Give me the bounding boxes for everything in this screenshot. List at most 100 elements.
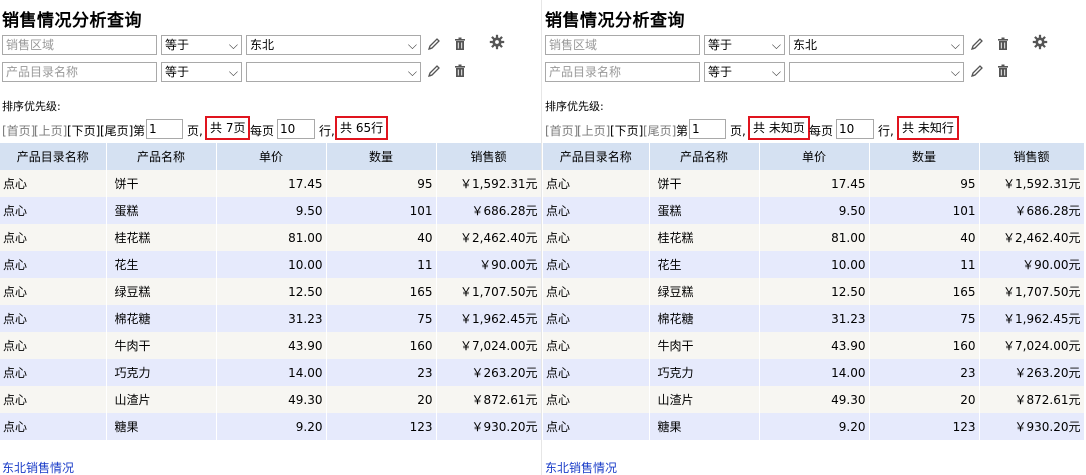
table-cell: 165 — [869, 278, 980, 305]
column-header[interactable]: 销售额 — [979, 143, 1084, 170]
table-row: 点心 糖果 9.20 123 ￥930.20元 — [543, 413, 1084, 440]
table-cell: 101 — [326, 197, 437, 224]
table-cell: 点心 — [543, 251, 650, 278]
table-cell: 点心 — [0, 224, 107, 251]
last-page-link[interactable]: [尾页] — [100, 122, 133, 139]
edit-icon[interactable] — [969, 63, 985, 79]
table-cell: 31.23 — [216, 305, 327, 332]
footer-link[interactable]: 东北销售情况 — [545, 459, 617, 475]
last-page-link[interactable]: [尾页] — [643, 122, 676, 139]
header-row: 产品目录名称 产品名称 单价 数量 销售额 — [0, 143, 541, 170]
operator-select[interactable]: 等于 ⌵ — [704, 35, 785, 55]
page-size-input[interactable]: 10 — [277, 119, 315, 139]
column-header[interactable]: 单价 — [216, 143, 327, 170]
operator-select[interactable]: 等于 ⌵ — [161, 62, 242, 82]
column-header[interactable]: 产品名称 — [649, 143, 760, 170]
table-row: 点心 山渣片 49.30 20 ￥872.61元 — [543, 386, 1084, 413]
table-cell: 123 — [326, 413, 437, 440]
footer-link[interactable]: 东北销售情况 — [2, 459, 74, 475]
value-select[interactable]: ⌵ — [789, 62, 964, 82]
table-cell: 棉花糖 — [106, 305, 217, 332]
table-row: 点心 桂花糕 81.00 40 ￥2,462.40元 — [543, 224, 1084, 251]
table-row: 点心 桂花糕 81.00 40 ￥2,462.40元 — [0, 224, 541, 251]
table-cell: ￥1,962.45元 — [436, 305, 541, 332]
table-row: 点心 蛋糕 9.50 101 ￥686.28元 — [543, 197, 1084, 224]
column-header[interactable]: 数量 — [869, 143, 980, 170]
table-body: 点心 饼干 17.45 95 ￥1,592.31元 点心 蛋糕 9.50 101 ￥686.28元… — [543, 170, 1084, 440]
prev-page-link[interactable]: [上页] — [577, 122, 610, 139]
operator-select[interactable]: 等于 ⌵ — [161, 35, 242, 55]
sort-priority-label: 排序优先级: — [2, 100, 61, 113]
table-cell: 棉花糖 — [649, 305, 760, 332]
column-header[interactable]: 数量 — [326, 143, 437, 170]
gear-icon[interactable] — [489, 34, 505, 50]
table-body: 点心 饼干 17.45 95 ￥1,592.31元 点心 蛋糕 9.50 101 ￥686.28元… — [0, 170, 541, 440]
table-cell: ￥930.20元 — [979, 413, 1084, 440]
table-cell: 点心 — [0, 413, 107, 440]
table-row: 点心 糖果 9.20 123 ￥930.20元 — [0, 413, 541, 440]
table-cell: 点心 — [0, 197, 107, 224]
table-cell: 桂花糕 — [106, 224, 217, 251]
filter-field-input[interactable]: 销售区域 — [545, 35, 700, 55]
prev-page-link[interactable]: [上页] — [34, 122, 67, 139]
first-page-link[interactable]: [首页] — [2, 122, 35, 139]
table-cell: 75 — [869, 305, 980, 332]
page-size-input[interactable]: 10 — [836, 119, 874, 139]
edit-icon[interactable] — [969, 36, 985, 52]
table-cell: ￥1,592.31元 — [979, 170, 1084, 197]
page-number-input[interactable]: 1 — [689, 119, 726, 139]
table-cell: ￥2,462.40元 — [436, 224, 541, 251]
chevron-down-icon: ⌵ — [771, 38, 781, 52]
column-header[interactable]: 产品名称 — [106, 143, 217, 170]
table-cell: 点心 — [543, 386, 650, 413]
table-row: 点心 牛肉干 43.90 160 ￥7,024.00元 — [543, 332, 1084, 359]
table-row: 点心 饼干 17.45 95 ￥1,592.31元 — [543, 170, 1084, 197]
value-select[interactable]: 东北 ⌵ — [246, 35, 421, 55]
filter-field-input[interactable]: 产品目录名称 — [545, 62, 700, 82]
table-row: 点心 棉花糖 31.23 75 ￥1,962.45元 — [543, 305, 1084, 332]
query-panel-left: 销售情况分析查询 销售区域 等于 ⌵ 东北 ⌵ 产品目录名称 等于 ⌵ ⌵ 排序优先级… — [0, 0, 541, 475]
table-cell: 点心 — [543, 359, 650, 386]
page-number-input[interactable]: 1 — [146, 119, 183, 139]
table-cell: 11 — [869, 251, 980, 278]
next-page-link[interactable]: [下页] — [67, 122, 100, 139]
table-cell: ￥1,707.50元 — [436, 278, 541, 305]
table-cell: 山渣片 — [106, 386, 217, 413]
table-row: 点心 巧克力 14.00 23 ￥263.20元 — [0, 359, 541, 386]
table-cell: 糖果 — [649, 413, 760, 440]
table-cell: 49.30 — [216, 386, 327, 413]
column-header[interactable]: 销售额 — [436, 143, 541, 170]
filter-field-input[interactable]: 产品目录名称 — [2, 62, 157, 82]
query-panel-right: 销售情况分析查询 销售区域 等于 ⌵ 东北 ⌵ 产品目录名称 等于 ⌵ ⌵ 排序优先级… — [543, 0, 1084, 475]
chevron-down-icon: ⌵ — [228, 38, 238, 52]
filter-field-input[interactable]: 销售区域 — [2, 35, 157, 55]
table-cell: 49.30 — [759, 386, 870, 413]
delete-icon[interactable] — [995, 63, 1011, 79]
page-prefix: 第 — [676, 124, 689, 138]
table-cell: 43.90 — [759, 332, 870, 359]
table-cell: ￥1,962.45元 — [979, 305, 1084, 332]
page: 销售情况分析查询 销售区域 等于 ⌵ 东北 ⌵ 产品目录名称 等于 ⌵ ⌵ 排序优先级… — [0, 0, 1086, 475]
value-select[interactable]: 东北 ⌵ — [789, 35, 964, 55]
table-cell: 点心 — [0, 278, 107, 305]
edit-icon[interactable] — [426, 63, 442, 79]
delete-icon[interactable] — [452, 63, 468, 79]
delete-icon[interactable] — [452, 36, 468, 52]
gear-icon[interactable] — [1032, 34, 1048, 50]
value-select[interactable]: ⌵ — [246, 62, 421, 82]
page-suffix: 页, — [730, 124, 746, 138]
column-header[interactable]: 单价 — [759, 143, 870, 170]
table-cell: 桂花糕 — [649, 224, 760, 251]
next-page-link[interactable]: [下页] — [610, 122, 643, 139]
column-header[interactable]: 产品目录名称 — [543, 143, 650, 170]
table-cell: 9.20 — [216, 413, 327, 440]
first-page-link[interactable]: [首页] — [545, 122, 578, 139]
delete-icon[interactable] — [995, 36, 1011, 52]
operator-select[interactable]: 等于 ⌵ — [704, 62, 785, 82]
table-cell: 绿豆糕 — [649, 278, 760, 305]
edit-icon[interactable] — [426, 36, 442, 52]
table-cell: 蛋糕 — [106, 197, 217, 224]
table-cell: ￥872.61元 — [436, 386, 541, 413]
column-header[interactable]: 产品目录名称 — [0, 143, 107, 170]
total-rows: 共 65行 — [335, 116, 389, 140]
